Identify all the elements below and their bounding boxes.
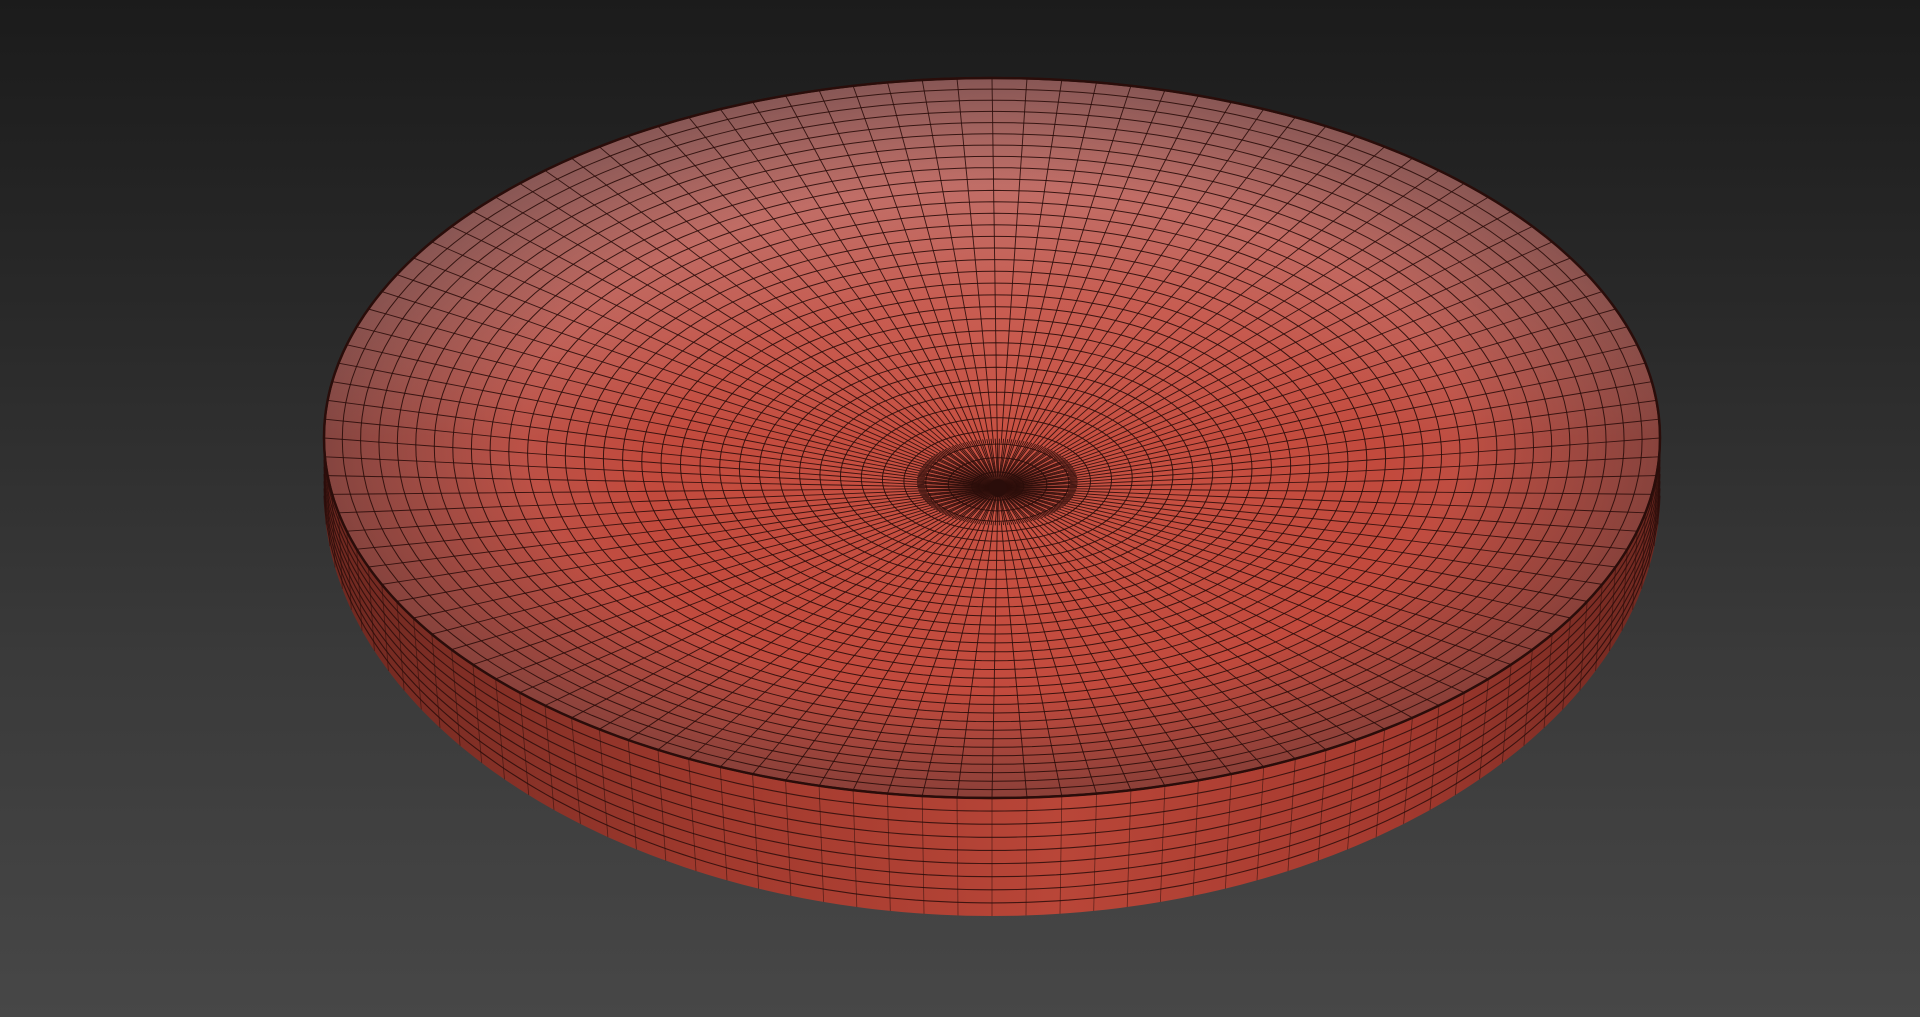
- center-pole-vertex: [989, 479, 1007, 497]
- mesh-render[interactable]: [0, 0, 1920, 1017]
- 3d-viewport[interactable]: [0, 0, 1920, 1017]
